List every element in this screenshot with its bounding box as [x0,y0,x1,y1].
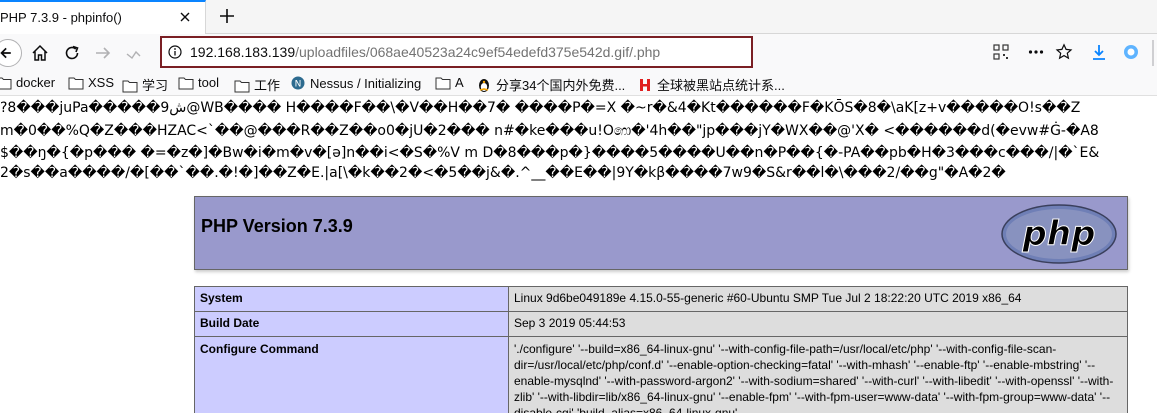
bookmark-docker[interactable]: docker [0,75,55,93]
tab-title: PHP 7.3.9 - phpinfo() [0,10,122,25]
php-version-title: PHP Version 7.3.9 [201,216,353,236]
navigation-bar: 192.168.183.139/uploadfiles/068ae40523a2… [0,34,1157,72]
bookmark-nessus[interactable]: N Nessus / Initializing [290,75,421,93]
row-label: Build Date [194,311,509,337]
table-row: Configure Command './configure' '--build… [194,336,1128,413]
more-actions-icon[interactable] [1027,43,1045,61]
phpinfo-table: System Linux 9d6be049189e 4.15.0-55-gene… [194,286,1128,413]
row-value: Linux 9d6be049189e 4.15.0-55-generic #60… [508,286,1128,312]
garbled-text-line: ?8���juPa�����9ش@WB���� H����F��\�V��H��… [0,100,1081,116]
toolbar-edge [1152,40,1154,66]
forward-arrow-icon[interactable] [93,43,113,63]
download-icon[interactable] [1090,43,1108,61]
bookmark-a[interactable]: A [435,75,464,93]
qq-penguin-icon [479,79,489,92]
tab-strip: PHP 7.3.9 - phpinfo() [0,0,1157,34]
back-button[interactable] [0,39,22,67]
php-version-header: PHP Version 7.3.9 php [194,196,1128,270]
folder-icon [178,77,194,90]
folder-icon [435,77,451,90]
url-bar[interactable]: 192.168.183.139/uploadfiles/068ae40523a2… [160,36,753,68]
bookmark-star-icon[interactable] [1055,43,1073,61]
bookmark-xss[interactable]: XSS [68,75,114,93]
folder-icon [68,77,84,90]
bookmarks-toolbar: docker XSS 学习 tool 工作 N Nessus / Initiali… [0,72,1157,96]
garbled-text-line: $��ŋ�{�p��� �=�z�]�Bw�i�m�v�[ə]n��i<�S�%… [0,145,1100,161]
extension-icon[interactable] [1122,43,1140,61]
folder-icon [234,80,250,93]
new-tab-plus-icon[interactable] [216,5,238,27]
url-path: /uploadfiles/068ae40523a24c9ef54edefd375… [295,44,661,60]
row-label: Configure Command [194,336,509,413]
home-icon[interactable] [30,43,50,63]
row-label: System [194,286,509,312]
qr-code-icon[interactable] [992,43,1010,61]
garbled-text-line: m�0��%Q�Z���HZAC<`��@���R��Z��o0�jU�2���… [0,123,1099,139]
row-value: './configure' '--build=x86_64-linux-gnu'… [508,336,1128,413]
php-logo-text: php [1022,214,1096,254]
back-arrow-icon [0,47,11,59]
nessus-icon: N [291,76,305,90]
bookmark-tool[interactable]: tool [178,75,219,93]
url-text[interactable]: 192.168.183.139/uploadfiles/068ae40523a2… [190,44,660,60]
row-value: Sep 3 2019 05:44:53 [508,311,1128,337]
bookmark-free-share[interactable]: 分享34个国内外免费... [476,75,625,93]
sidebar-toggle-icon[interactable] [124,43,144,63]
folder-icon [122,80,138,93]
tab-phpinfo[interactable]: PHP 7.3.9 - phpinfo() [0,0,206,34]
table-row: System Linux 9d6be049189e 4.15.0-55-gene… [194,286,1128,312]
red-h-icon [640,79,650,91]
bookmark-work[interactable]: 工作 [234,75,280,93]
folder-icon [0,77,12,90]
reload-icon[interactable] [62,43,82,63]
bookmark-study[interactable]: 学习 [122,75,168,93]
url-host: 192.168.183.139 [190,44,296,60]
php-logo: php [1001,204,1117,264]
info-icon[interactable] [168,45,182,59]
close-icon[interactable] [177,9,193,25]
svg-text:N: N [295,80,302,90]
table-row: Build Date Sep 3 2019 05:44:53 [194,311,1128,337]
bookmark-hacked-sites[interactable]: 全球被黑站点统计系... [637,75,785,93]
garbled-text-line: 2�s��a����/�[��`��.�!�]��Z�E.|a[\�k��2�<… [0,165,1006,181]
